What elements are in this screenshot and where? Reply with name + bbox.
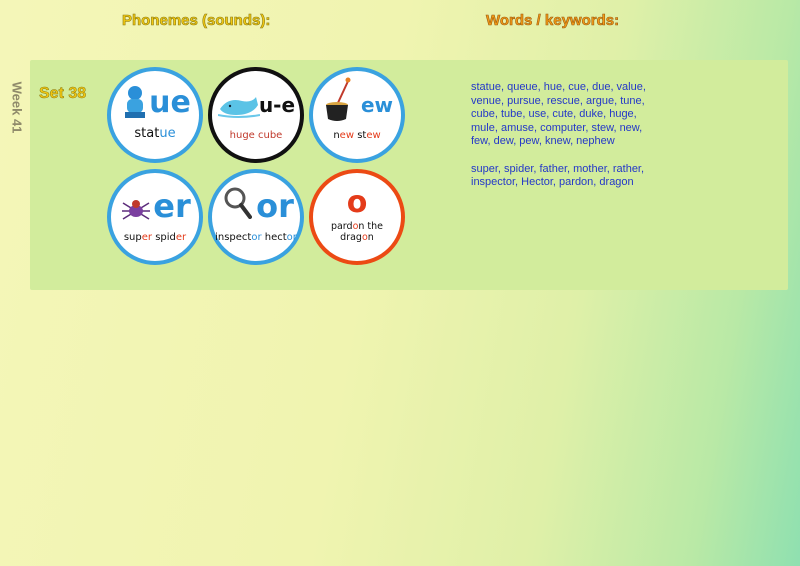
grapheme-er: er	[153, 187, 191, 225]
caption-statue: statue	[134, 126, 176, 141]
grapheme-or: or	[256, 187, 294, 225]
words-header: Words / keywords:	[486, 12, 620, 30]
caption-new-stew: new stew	[333, 130, 381, 141]
phoneme-card-ue[interactable]: ue statue	[107, 67, 203, 163]
phoneme-card-o[interactable]: o pardon the dragon	[309, 169, 405, 265]
grapheme-u-e: u-e	[258, 93, 296, 117]
week-label: Week 41	[9, 81, 25, 133]
grapheme-ew: ew	[360, 93, 394, 117]
phonemes-header: Phonemes (sounds):	[122, 12, 271, 30]
grapheme-ue: ue	[149, 85, 191, 120]
grapheme-o: o	[346, 185, 368, 220]
phoneme-card-er[interactable]: er super spider	[107, 169, 203, 265]
caption-super-spider: super spider	[123, 232, 187, 243]
caption-huge-cube: huge cube	[229, 130, 283, 141]
phoneme-card-or[interactable]: or inspector hector	[208, 169, 304, 265]
phoneme-card-ew[interactable]: ew new stew	[309, 67, 405, 163]
keywords-group-1: statue, queue, hue, cue, due, value, ven…	[471, 81, 646, 148]
caption-pardon-the-dragon: pardon the dragon	[330, 221, 384, 243]
stew-pot-icon	[326, 77, 351, 121]
caption-inspector-hector: inspector hector	[215, 232, 297, 243]
keywords-group-2: super, spider, father, mother, rather, i…	[471, 162, 645, 189]
phoneme-card-u-e[interactable]: u-e huge cube	[208, 67, 304, 163]
magnifying-glass-icon	[224, 187, 252, 219]
keywords-list: statue, queue, hue, cue, due, value, ven…	[471, 81, 661, 190]
set-label: Set 38	[39, 85, 87, 103]
